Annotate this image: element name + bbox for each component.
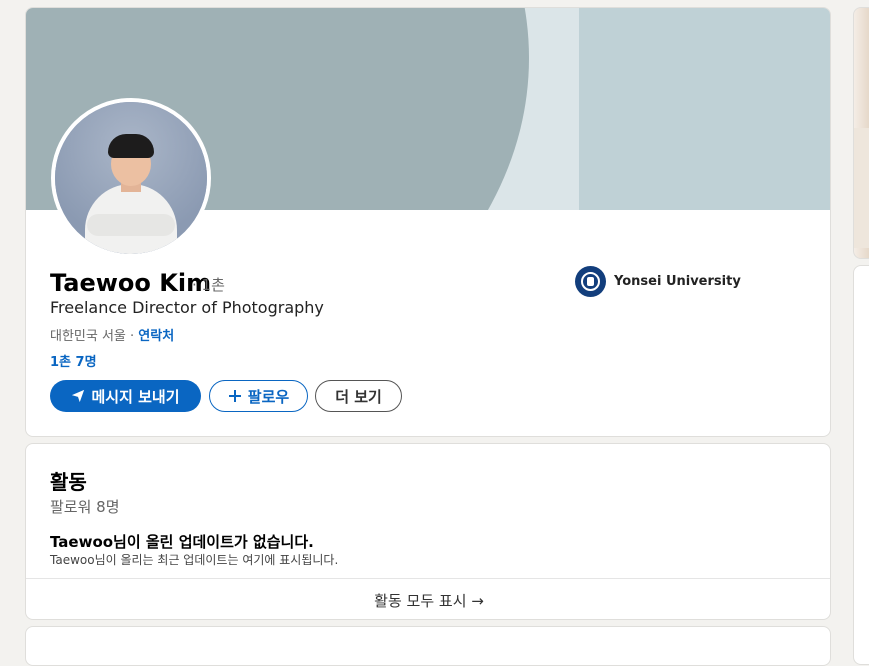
show-all-activity-link[interactable]: 활동 모두 표시 → xyxy=(26,579,830,619)
follow-button-label: 팔로우 xyxy=(247,387,290,406)
activity-empty-title: Taewoo님이 올린 업데이트가 없습니다. xyxy=(50,533,314,551)
more-button-label: 더 보기 xyxy=(335,387,382,406)
profile-avatar[interactable] xyxy=(51,98,211,258)
more-button[interactable]: 더 보기 xyxy=(315,380,402,412)
side-panel-card xyxy=(853,265,869,665)
location-text: 대한민국 서울 · xyxy=(50,329,139,344)
connections-link[interactable]: 1촌 7명 xyxy=(50,351,97,370)
message-button[interactable]: 메시지 보내기 xyxy=(50,380,201,412)
profile-card: Taewoo Kim · 1촌 Freelance Director of Ph… xyxy=(25,7,831,437)
profile-location: 대한민국 서울 · 연락처 xyxy=(50,325,174,344)
follow-button[interactable]: 팔로우 xyxy=(209,380,308,412)
message-button-label: 메시지 보내기 xyxy=(91,387,180,406)
activity-empty-subtitle: Taewoo님이 올리는 최근 업데이트는 여기에 표시됩니다. xyxy=(50,553,339,567)
profile-name: Taewoo Kim xyxy=(50,269,212,297)
contact-info-link[interactable]: 연락처 xyxy=(138,329,174,344)
activity-card: 활동 팔로워 8명 Taewoo님이 올린 업데이트가 없습니다. Taewoo… xyxy=(25,443,831,620)
school-name: Yonsei University xyxy=(614,274,741,289)
followers-count: 팔로워 8명 xyxy=(50,498,120,516)
school-link[interactable]: Yonsei University xyxy=(575,266,741,297)
profile-headline: Freelance Director of Photography xyxy=(50,298,324,317)
plus-icon xyxy=(228,390,241,402)
school-logo-icon xyxy=(575,266,606,297)
activity-title: 활동 xyxy=(50,470,87,494)
side-ad-card[interactable] xyxy=(853,7,869,259)
send-icon xyxy=(72,389,85,403)
next-section-card xyxy=(25,626,831,666)
connection-degree: · 1촌 xyxy=(192,276,225,294)
